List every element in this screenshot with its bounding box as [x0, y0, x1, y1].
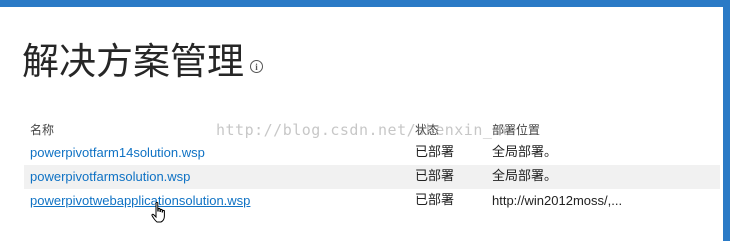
solution-name-link[interactable]: powerpivotwebapplicationsolution.wsp [30, 192, 250, 210]
solution-name-link[interactable]: powerpivotfarm14solution.wsp [30, 144, 205, 162]
info-icon[interactable]: i [250, 60, 263, 73]
solution-location: 全局部署。 [492, 145, 558, 160]
table-row: powerpivotwebapplicationsolution.wsp 已部署… [24, 189, 720, 213]
watermark: http://blog.csdn.net/shenxin_mu [216, 121, 512, 139]
solution-status: 已部署 [415, 193, 455, 208]
solution-location: 全局部署。 [492, 169, 558, 184]
solution-location: http://win2012moss/,... [492, 193, 623, 208]
window-top-border [0, 0, 730, 7]
column-header-name[interactable]: 名称 [30, 121, 54, 138]
table-row: powerpivotfarm14solution.wsp 已部署 全局部署。 [24, 141, 720, 165]
solution-name-link[interactable]: powerpivotfarmsolution.wsp [30, 168, 190, 186]
page-title: 解决方案管理 [22, 40, 244, 83]
solution-status: 已部署 [415, 169, 455, 184]
solution-status: 已部署 [415, 145, 455, 160]
hand-pointer-icon [151, 202, 165, 223]
table-row: powerpivotfarmsolution.wsp 已部署 全局部署。 [24, 165, 720, 189]
window-right-border [723, 7, 730, 241]
